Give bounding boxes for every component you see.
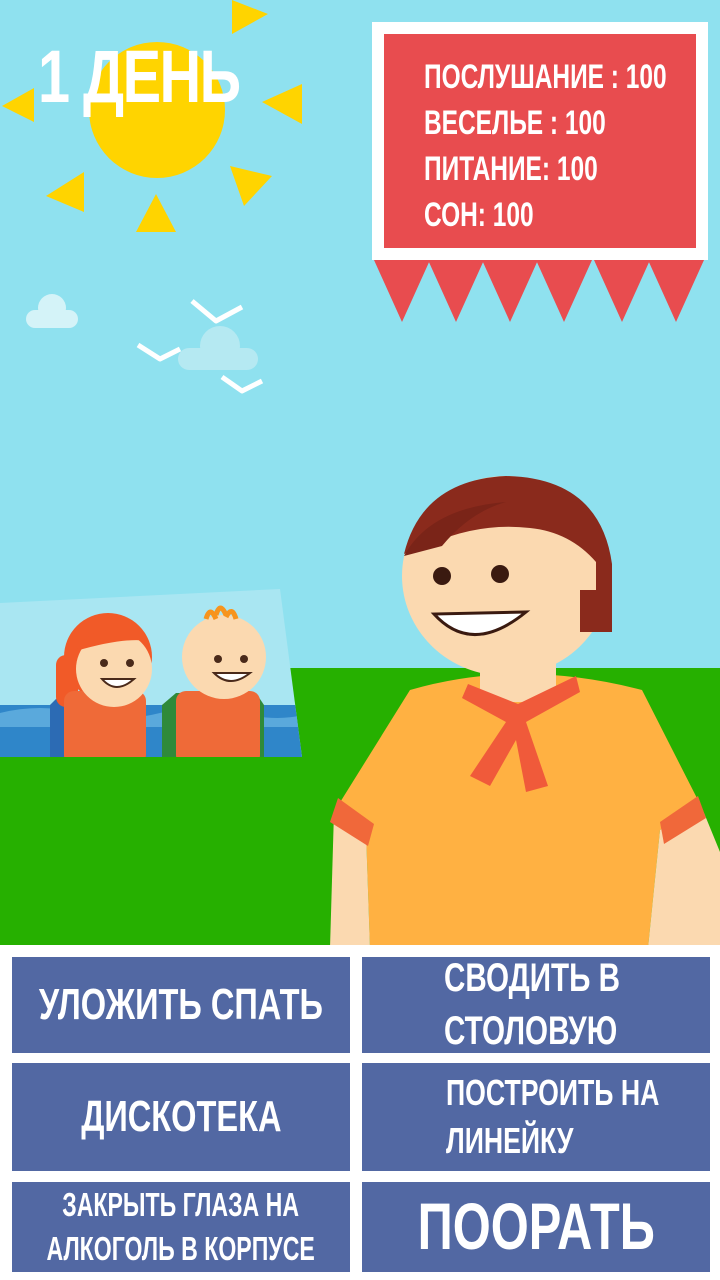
yell-label: ПООРАТЬ xyxy=(417,1189,655,1264)
stats-panel-inner: ПОСЛУШАНИЕ : 100 ВЕСЕЛЬЕ : 100 ПИТАНИЕ: … xyxy=(384,34,696,248)
disco-button[interactable]: ДИСКОТЕКА xyxy=(12,1063,350,1171)
kids-photo xyxy=(0,589,302,757)
ignore-alcohol-label-2: АЛКОГОЛЬ В КОРПУСЕ xyxy=(46,1230,316,1267)
banner-pennant-teeth xyxy=(374,260,704,322)
put-to-sleep-button[interactable]: УЛОЖИТЬ СПАТЬ xyxy=(12,957,350,1053)
stat-obedience: ПОСЛУШАНИЕ : 100 xyxy=(424,58,667,96)
actions-panel: УЛОЖИТЬ СПАТЬ СВОДИТЬ В СТОЛОВУЮ ДИСКОТЕ… xyxy=(0,945,720,1280)
take-to-canteen-label-1: СВОДИТЬ В xyxy=(444,956,620,1001)
stat-sleep: СОН: 100 xyxy=(424,196,534,234)
take-to-canteen-button[interactable]: СВОДИТЬ В СТОЛОВУЮ xyxy=(362,956,710,1053)
birds-icon xyxy=(136,299,264,394)
ignore-alcohol-button[interactable]: ЗАКРЫТЬ ГЛАЗА НА АЛКОГОЛЬ В КОРПУСЕ xyxy=(12,1182,350,1272)
stat-food: ПИТАНИЕ: 100 xyxy=(424,150,598,188)
stat-fun: ВЕСЕЛЬЕ : 100 xyxy=(424,104,606,142)
lineup-label-2: ЛИНЕЙКУ xyxy=(446,1120,574,1161)
pioneer-character xyxy=(330,476,720,948)
disco-label: ДИСКОТЕКА xyxy=(80,1091,282,1141)
day-counter: 1 ДЕНЬ xyxy=(38,35,241,118)
stats-panel: ПОСЛУШАНИЕ : 100 ВЕСЕЛЬЕ : 100 ПИТАНИЕ: … xyxy=(372,22,708,260)
yell-button[interactable]: ПООРАТЬ xyxy=(362,1182,710,1272)
ignore-alcohol-label-1: ЗАКРЫТЬ ГЛАЗА НА xyxy=(62,1186,300,1224)
lineup-label-1: ПОСТРОИТЬ НА xyxy=(446,1072,660,1114)
cloud-icon xyxy=(26,294,78,328)
lineup-button[interactable]: ПОСТРОИТЬ НА ЛИНЕЙКУ xyxy=(362,1063,710,1171)
take-to-canteen-label-2: СТОЛОВУЮ xyxy=(444,1009,618,1053)
put-to-sleep-label: УЛОЖИТЬ СПАТЬ xyxy=(38,979,324,1029)
